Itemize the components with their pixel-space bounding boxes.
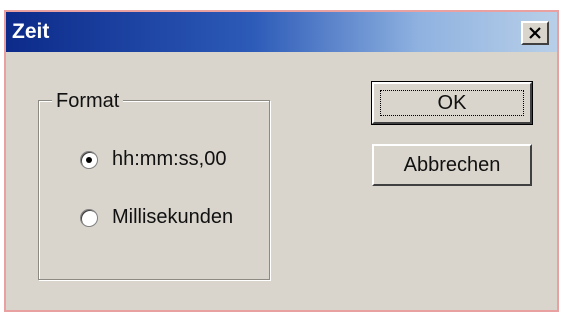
format-group-label: Format (52, 90, 124, 113)
close-icon (529, 27, 541, 39)
cancel-button[interactable]: Abbrechen (372, 144, 532, 186)
dialog-window: Zeit Format hh:mm:ss,00 Millisekunden OK… (4, 10, 559, 312)
close-button[interactable] (521, 21, 549, 45)
radio-button-unchecked[interactable] (80, 208, 98, 227)
radio-option-millisekunden[interactable]: Millisekunden (80, 206, 233, 229)
radio-label-millisekunden: Millisekunden (112, 206, 234, 228)
radio-option-hhmmss[interactable]: hh:mm:ss,00 (80, 148, 226, 171)
radio-label-hhmmss: hh:mm:ss,00 (112, 148, 227, 170)
cancel-button-label: Abbrechen (403, 153, 501, 176)
focus-rectangle (380, 90, 524, 116)
radio-button-checked[interactable] (80, 150, 98, 169)
format-groupbox (38, 100, 270, 280)
title-bar: Zeit (6, 12, 557, 52)
dialog-title: Zeit (12, 20, 50, 43)
ok-button[interactable]: OK (371, 81, 533, 125)
